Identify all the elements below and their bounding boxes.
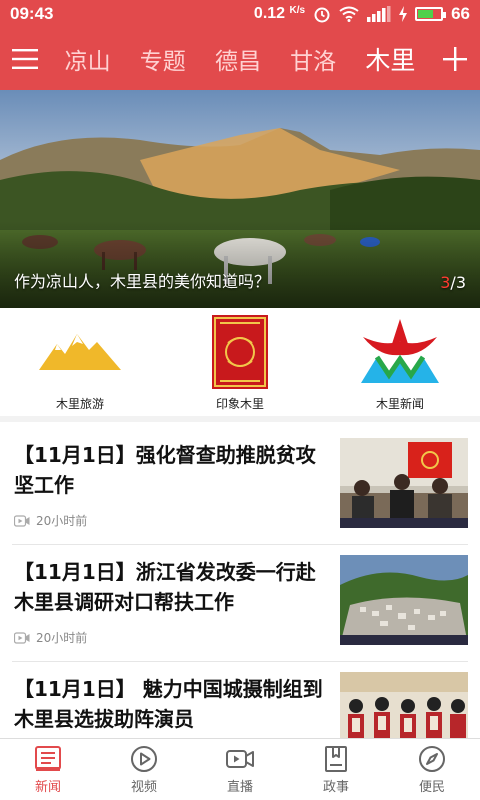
channel-tab-muli[interactable]: 木里: [365, 41, 415, 77]
clock: 09:43: [10, 4, 54, 23]
news-meta: 20小时前: [14, 629, 87, 646]
compass-icon: [419, 745, 445, 772]
news-meta: 20小时前: [14, 512, 87, 529]
shortcut-row: 木里旅游 印象木里 木里新闻: [0, 308, 480, 422]
bottom-tab-bar: 新闻 视频 直播 政事 便民: [0, 738, 480, 800]
news-icon: [35, 745, 61, 771]
channel-tab-dechang[interactable]: 德昌: [215, 42, 261, 76]
plus-icon: [443, 47, 467, 71]
net-speed: 0.12 K/s: [253, 5, 306, 22]
news-time: 20小时前: [36, 514, 88, 528]
tab-live[interactable]: 直播: [192, 739, 288, 800]
channel-tab-liangshan[interactable]: 凉山: [65, 42, 111, 76]
hamburger-icon: [12, 49, 38, 69]
channel-tab-zhuanti[interactable]: 专题: [140, 42, 186, 76]
signal-icon: [367, 6, 391, 22]
battery-percent: 66: [451, 4, 470, 23]
shortcut-impression-muli[interactable]: 印象木里: [180, 313, 300, 412]
news-item[interactable]: 【11月1日】 魅力中国城摄制组到木里县选拔助阵演员: [12, 662, 468, 738]
book-icon: [325, 745, 347, 772]
banner-carousel[interactable]: 作为凉山人，木里县的美你知道吗？ 3/3: [0, 90, 480, 308]
tab-services[interactable]: 便民: [384, 739, 480, 800]
news-title: 【11月1日】 魅力中国城摄制组到木里县选拔助阵演员: [14, 677, 323, 731]
news-thumbnail: [340, 438, 468, 528]
seal-logo-icon: [195, 313, 285, 391]
live-camera-icon: [226, 749, 254, 768]
channel-tab-ganluo[interactable]: 甘洛: [290, 42, 336, 76]
video-camera-icon: [14, 514, 30, 527]
video-camera-icon: [14, 631, 30, 644]
top-nav: 凉山 专题 德昌 甘洛 木里: [0, 28, 480, 90]
channel-tabs: 凉山 专题 德昌 甘洛 木里: [50, 41, 430, 77]
status-icons: 0.12 K/s 66: [254, 4, 470, 24]
shortcut-muli-tourism[interactable]: 木里旅游: [20, 313, 140, 412]
play-icon: [131, 745, 157, 772]
status-bar: 09:43 0.12 K/s 66: [0, 0, 480, 28]
menu-button[interactable]: [0, 28, 50, 90]
tab-news[interactable]: 新闻: [0, 739, 96, 800]
wifi-icon: [339, 6, 359, 22]
tab-politics[interactable]: 政事: [288, 739, 384, 800]
banner-caption: 作为凉山人，木里县的美你知道吗？: [14, 272, 271, 291]
add-channel-button[interactable]: [430, 28, 480, 90]
news-title: 【11月1日】强化督查助推脱贫攻坚工作: [14, 443, 316, 497]
news-title: 【11月1日】浙江省发改委一行赴木里县调研对口帮扶工作: [14, 560, 316, 614]
news-time: 20小时前: [36, 631, 88, 645]
charging-icon: [399, 6, 408, 22]
mountain-logo-icon: [35, 313, 125, 391]
news-thumbnail: [340, 555, 468, 645]
banner-pager: 3/3: [440, 273, 466, 292]
battery-icon: [415, 7, 447, 21]
tab-video[interactable]: 视频: [96, 739, 192, 800]
news-logo-icon: [355, 313, 445, 391]
news-item[interactable]: 【11月1日】浙江省发改委一行赴木里县调研对口帮扶工作 20小时前: [12, 545, 468, 662]
news-item[interactable]: 【11月1日】强化督查助推脱贫攻坚工作 20小时前: [12, 428, 468, 545]
shortcut-muli-news[interactable]: 木里新闻: [340, 313, 460, 412]
alarm-icon: [314, 7, 330, 23]
news-list: 【11月1日】强化督查助推脱贫攻坚工作 20小时前 【11月1日】浙江省发改委一…: [0, 428, 480, 738]
news-thumbnail: [340, 672, 468, 738]
